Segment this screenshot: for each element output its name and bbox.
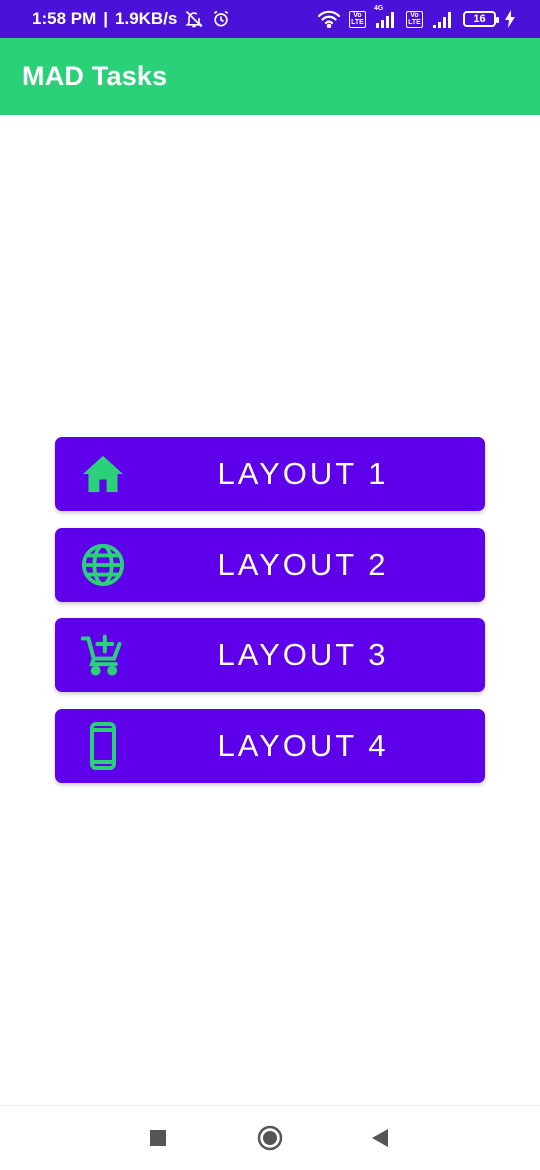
signal-4g-icon: 4G bbox=[374, 5, 398, 28]
volte-1-bottom: LTE bbox=[351, 19, 364, 26]
layout-1-button[interactable]: LAYOUT 1 bbox=[55, 437, 485, 511]
layout-2-button[interactable]: LAYOUT 2 bbox=[55, 528, 485, 602]
volte-badge-1: Vo LTE bbox=[349, 10, 366, 28]
wifi-icon bbox=[317, 10, 341, 28]
alarm-icon bbox=[211, 9, 231, 29]
battery-icon: 16 bbox=[463, 11, 499, 27]
network-type-label: 4G bbox=[374, 5, 384, 12]
status-time: 1:58 PM bbox=[32, 9, 97, 28]
recents-square-icon[interactable] bbox=[138, 1118, 178, 1158]
home-icon bbox=[79, 450, 127, 498]
main-content: LAYOUT 1 LAYOUT 2 LAYOUT 3 LAYOUT 4 bbox=[0, 115, 540, 1105]
add-shopping-cart-icon bbox=[79, 631, 127, 679]
volte-badge-2: Vo LTE bbox=[406, 10, 423, 28]
globe-icon bbox=[79, 541, 127, 589]
charging-bolt-icon bbox=[504, 10, 516, 28]
status-speed: 1.9KB/s bbox=[115, 9, 178, 28]
status-separator: | bbox=[103, 9, 109, 28]
signal-icon bbox=[431, 10, 455, 28]
status-left: 1:58 PM | 1.9KB/s bbox=[32, 9, 231, 29]
navigation-bar bbox=[0, 1105, 540, 1170]
volte-2-bottom: LTE bbox=[408, 19, 421, 26]
volte-2-top: Vo bbox=[410, 12, 419, 19]
app-bar: MAD Tasks bbox=[0, 38, 540, 115]
app-title: MAD Tasks bbox=[22, 61, 168, 91]
status-right: Vo LTE 4G Vo LTE 16 bbox=[317, 5, 516, 28]
layout-4-button[interactable]: LAYOUT 4 bbox=[55, 709, 485, 783]
status-bar: 1:58 PM | 1.9KB/s Vo LTE 4G Vo LTE 16 bbox=[0, 0, 540, 38]
volte-1-top: Vo bbox=[353, 12, 362, 19]
battery-level: 16 bbox=[473, 13, 486, 25]
home-circle-icon[interactable] bbox=[250, 1118, 290, 1158]
notifications-off-icon bbox=[184, 9, 204, 29]
back-triangle-icon[interactable] bbox=[360, 1118, 400, 1158]
smartphone-icon bbox=[79, 722, 127, 770]
layout-3-button[interactable]: LAYOUT 3 bbox=[55, 618, 485, 692]
